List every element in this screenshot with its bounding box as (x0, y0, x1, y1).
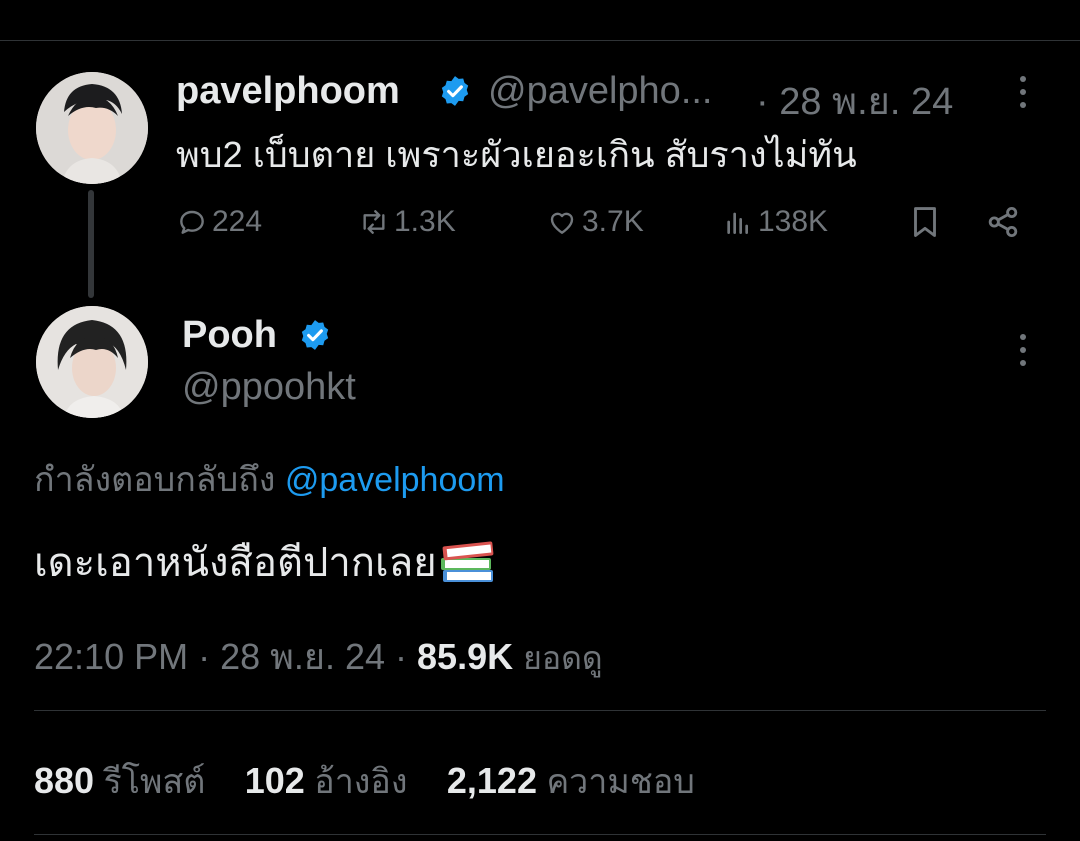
likes-label: ความชอบ (546, 763, 695, 801)
share-button[interactable] (984, 200, 1026, 244)
likes-stat[interactable]: 2,122 ความชอบ (446, 760, 695, 801)
author-name[interactable]: Pooh (182, 314, 277, 357)
author-handle[interactable]: @ppoohkt (182, 366, 356, 409)
retweet-icon (363, 210, 385, 234)
avatar-pooh[interactable] (36, 306, 148, 418)
reposts-stat[interactable]: 880 รีโพสต์ (34, 760, 215, 801)
replying-prefix: กำลังตอบกลับถึง (34, 461, 276, 499)
replying-to: กำลังตอบกลับถึง @pavelphoom (34, 452, 505, 506)
verified-icon (301, 320, 329, 350)
views-count-main: 85.9K (417, 636, 514, 677)
parent-author-handle[interactable]: @pavelpho... (488, 70, 713, 113)
like-count: 3.7K (582, 205, 644, 238)
parent-tweet-text: พบ2 เบ็บตาย เพราะผัวเยอะเกิน สับรางไม่ทั… (176, 134, 857, 175)
parent-author-name[interactable]: pavelphoom (176, 70, 400, 113)
top-divider (0, 40, 1080, 41)
tweet-date[interactable]: · 28 พ.ย. 24 · (198, 636, 407, 677)
retweet-count: 1.3K (394, 205, 456, 238)
views-label: ยอดดู (523, 640, 603, 676)
like-icon (550, 212, 574, 234)
more-icon[interactable] (1018, 334, 1028, 372)
bookmark-button[interactable] (906, 200, 948, 244)
reposts-label: รีโพสต์ (103, 763, 206, 801)
retweet-button[interactable]: 1.3K (358, 200, 456, 244)
reposts-count: 880 (34, 760, 95, 801)
thread-connector-line (88, 190, 94, 298)
bookmark-icon (914, 207, 936, 237)
views-icon (727, 212, 748, 234)
tweet-text: เดะเอาหนังสือตีปากเลย (34, 541, 437, 585)
reply-button[interactable]: 224 (176, 200, 262, 244)
quotes-count: 102 (244, 760, 305, 801)
divider-stats (34, 834, 1046, 835)
books-emoji-icon (440, 541, 494, 582)
tweet-meta: 22:10 PM · 28 พ.ย. 24 · 85.9K ยอดดู (34, 628, 603, 685)
like-button[interactable]: 3.7K (546, 200, 644, 244)
reply-count: 224 (212, 205, 263, 238)
parent-more-icon[interactable] (1018, 76, 1028, 114)
divider-meta (34, 710, 1046, 711)
quotes-label: อ้างอิง (314, 763, 408, 801)
tweet-time[interactable]: 22:10 PM (34, 636, 188, 677)
reply-icon (180, 210, 204, 234)
verified-icon (441, 76, 469, 106)
views-count: 138K (758, 205, 829, 238)
share-icon (988, 206, 1018, 238)
likes-count: 2,122 (446, 760, 537, 801)
quotes-stat[interactable]: 102 อ้างอิง (244, 760, 417, 801)
views-button[interactable]: 138K (722, 200, 828, 244)
engagement-stats: 880 รีโพสต์ 102 อ้างอิง 2,122 ความชอบ (34, 754, 725, 808)
replying-mention-link[interactable]: @pavelphoom (285, 461, 505, 499)
tweet-text-row: เดะเอาหนังสือตีปากเลย (34, 530, 497, 594)
parent-tweet-date[interactable]: · 28 พ.ย. 24 (756, 70, 953, 131)
avatar-pavelphoom[interactable] (36, 72, 148, 184)
